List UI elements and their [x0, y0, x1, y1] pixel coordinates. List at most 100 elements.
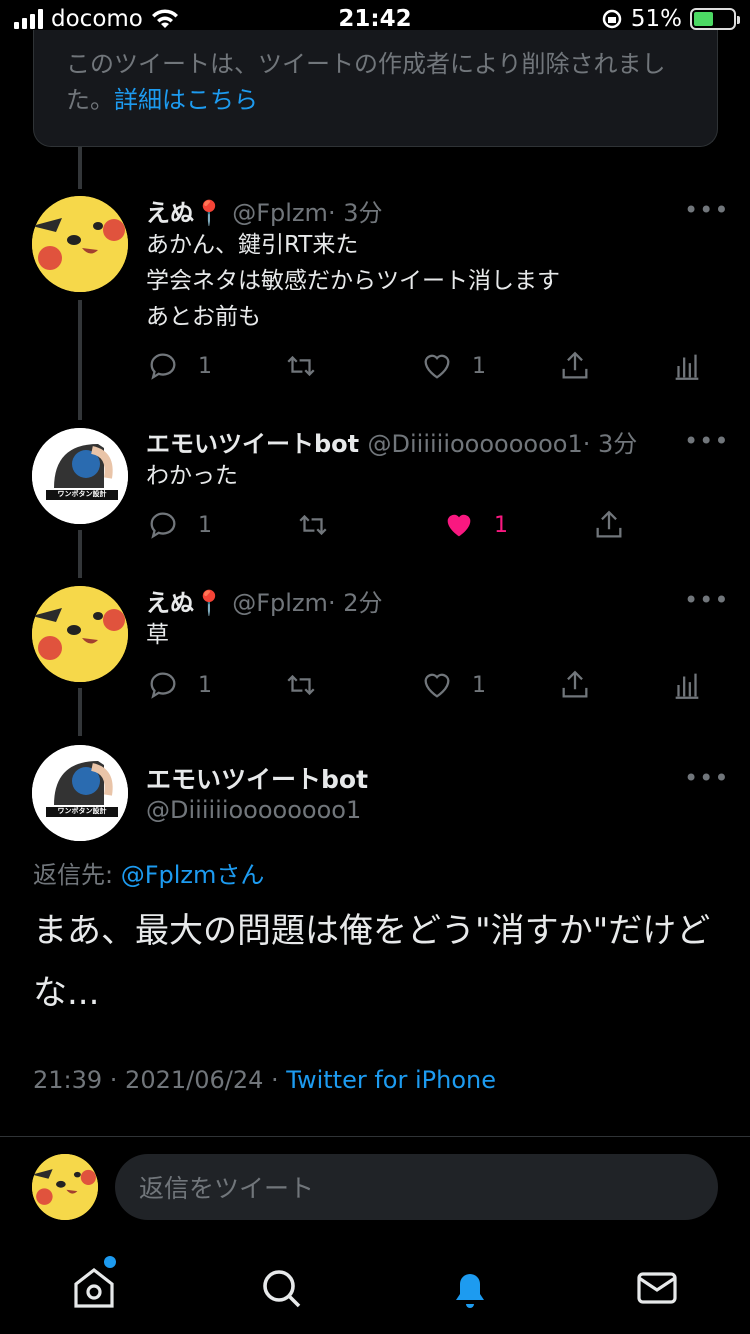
main-tweet-handle[interactable]: @Diiiiiioooooooo1 [146, 796, 361, 824]
reply-icon [150, 353, 176, 380]
retweet-icon [287, 355, 315, 377]
tweet-actions: 1 1 [146, 346, 711, 386]
timestamp: · 3分 [582, 430, 638, 458]
analytics-button[interactable] [670, 665, 704, 705]
avatar[interactable]: ワンボタン設計 [32, 745, 128, 841]
more-icon[interactable]: ••• [684, 764, 729, 792]
notifications-icon [456, 1274, 484, 1308]
retweet-button[interactable] [284, 346, 318, 386]
search-tab[interactable] [257, 1264, 305, 1312]
more-icon[interactable]: ••• [684, 427, 729, 455]
tab-bar [0, 1240, 750, 1334]
avatar[interactable] [32, 196, 128, 292]
main-tweet-time: 21:39 · 2021/06/24 · [33, 1066, 287, 1094]
display-name[interactable]: エモいツイートbot [146, 430, 359, 458]
like-button[interactable]: 1 [420, 665, 486, 705]
share-button[interactable] [558, 665, 592, 705]
deleted-tweet-notice: このツイートは、ツイートの作成者により削除されました。詳細はこちら [33, 30, 718, 147]
reply-button[interactable]: 1 [146, 665, 212, 705]
thread-line [78, 530, 82, 578]
new-content-dot [104, 1256, 116, 1268]
client-app-link[interactable]: Twitter for iPhone [286, 1066, 496, 1094]
tweet-line: わかった [146, 463, 238, 489]
heart-icon [424, 354, 450, 379]
analytics-icon [675, 354, 699, 380]
tweet-header: えぬ📍 @Fplzm· 2分 [146, 583, 382, 618]
thread-line [78, 300, 82, 420]
pikachu-avatar-icon [32, 1154, 98, 1220]
tweet-header: えぬ📍 @Fplzm· 3分 [146, 193, 382, 228]
battery-icon [690, 8, 740, 30]
reply-button[interactable]: 1 [146, 346, 212, 386]
tweet-actions: 1 1 [146, 505, 711, 545]
tweet-line: あとお前も [146, 304, 261, 330]
tweet-text: あかん、鍵引RT来た 学会ネタは敏感だからツイート消します あとお前も [146, 227, 686, 335]
tweet-actions: 1 1 [146, 665, 711, 705]
my-avatar[interactable] [32, 1154, 98, 1220]
search-icon [263, 1270, 301, 1308]
fingerprint-button-avatar-icon [32, 745, 128, 841]
reply-input[interactable]: 返信をツイート [115, 1154, 718, 1220]
display-name[interactable]: えぬ📍 [146, 199, 224, 227]
like-count: 1 [472, 672, 486, 698]
reply-button[interactable]: 1 [146, 505, 212, 545]
reply-count: 1 [198, 512, 212, 538]
thread-line [78, 147, 82, 189]
analytics-icon [675, 673, 699, 699]
retweet-button[interactable] [284, 665, 318, 705]
reply-count: 1 [198, 353, 212, 379]
reply-to-handle[interactable]: @Fplzmさん [121, 861, 265, 889]
timestamp: · 3分 [327, 199, 383, 227]
share-icon [562, 670, 588, 698]
pikachu-avatar-icon [32, 586, 128, 682]
tweet-line: 草 [146, 622, 169, 648]
heart-filled-icon [447, 514, 471, 537]
reply-icon [150, 672, 176, 699]
avatar[interactable]: ワンボタン設計 [32, 428, 128, 524]
reply-bar: 返信をツイート [0, 1138, 750, 1238]
reply-to-label: 返信先: [33, 861, 121, 889]
home-icon [74, 1267, 114, 1308]
retweet-button[interactable] [296, 505, 330, 545]
battery-percent: 51% [630, 6, 682, 32]
more-icon[interactable]: ••• [684, 196, 729, 224]
analytics-button[interactable] [670, 346, 704, 386]
like-count: 1 [472, 353, 486, 379]
share-button[interactable] [558, 346, 592, 386]
status-right: 51% [601, 6, 740, 32]
tweet-text: 草 [146, 617, 686, 653]
thread-line [78, 688, 82, 736]
tweet-header: エモいツイートbot @Diiiiiioooooooo1· 3分 [146, 424, 637, 459]
rotation-lock-icon [602, 9, 622, 29]
reply-to: 返信先: @Fplzmさん [33, 855, 264, 890]
learn-more-link[interactable]: 詳細はこちら [114, 86, 258, 114]
handle[interactable]: @Fplzm [232, 199, 328, 227]
like-button[interactable]: 1 [420, 346, 486, 386]
share-button[interactable] [592, 505, 626, 545]
main-tweet-name[interactable]: エモいツイートbot [146, 760, 368, 796]
divider [0, 1136, 750, 1137]
main-tweet-text: まあ、最大の問題は俺をどう"消すか"だけどな... [33, 911, 711, 1013]
notifications-tab[interactable] [446, 1264, 494, 1312]
more-icon[interactable]: ••• [684, 586, 729, 614]
handle[interactable]: @Fplzm [232, 589, 328, 617]
heart-icon [424, 673, 450, 698]
home-tab[interactable] [70, 1256, 118, 1312]
messages-icon [637, 1272, 677, 1304]
fingerprint-button-avatar-icon [32, 428, 128, 524]
main-tweet-meta: 21:39 · 2021/06/24 · Twitter for iPhone [33, 1066, 496, 1094]
like-button[interactable]: 1 [442, 505, 508, 545]
tweet-text: わかった [146, 458, 686, 494]
share-icon [596, 510, 622, 538]
retweet-icon [287, 674, 315, 696]
display-name[interactable]: えぬ📍 [146, 589, 224, 617]
reply-icon [150, 512, 176, 539]
handle[interactable]: @Diiiiiioooooooo1 [368, 430, 583, 458]
messages-tab[interactable] [633, 1264, 681, 1312]
tweet-line: 学会ネタは敏感だからツイート消します [146, 268, 560, 294]
reply-count: 1 [198, 672, 212, 698]
share-icon [562, 351, 588, 379]
avatar-caption: ワンボタン設計 [57, 807, 107, 815]
pikachu-avatar-icon [32, 196, 128, 292]
avatar[interactable] [32, 586, 128, 682]
